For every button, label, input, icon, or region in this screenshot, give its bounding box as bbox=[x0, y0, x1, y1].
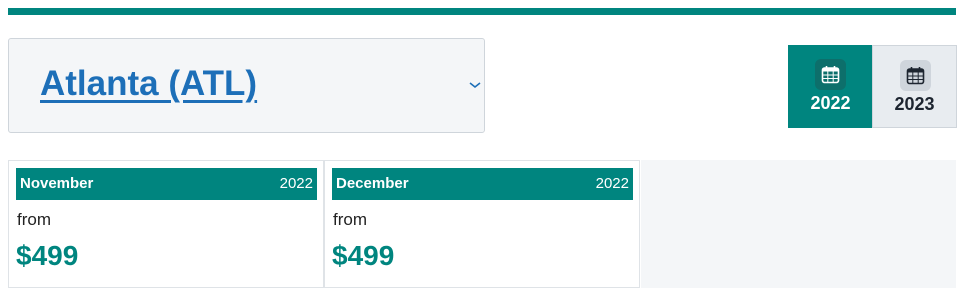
chevron-down-icon bbox=[469, 82, 481, 89]
top-accent-bar bbox=[8, 8, 956, 15]
month-card-header: November 2022 bbox=[16, 168, 317, 200]
calendar-icon bbox=[900, 60, 931, 91]
month-card-november[interactable]: November 2022 from $499 bbox=[8, 160, 324, 288]
year-tab-label: 2022 bbox=[810, 93, 851, 113]
fare-price: $499 bbox=[16, 240, 79, 271]
month-card-header: December 2022 bbox=[332, 168, 633, 200]
year-tab-2022[interactable]: 2022 bbox=[788, 45, 873, 128]
month-grid-empty-area bbox=[641, 160, 956, 288]
origin-city-dropdown[interactable]: Atlanta (ATL) bbox=[8, 38, 485, 133]
month-year: 2022 bbox=[595, 175, 629, 192]
fare-price: $499 bbox=[332, 240, 395, 271]
from-label: from bbox=[17, 210, 51, 229]
month-name: December bbox=[336, 175, 409, 192]
from-label: from bbox=[333, 210, 367, 229]
month-card-december[interactable]: December 2022 from $499 bbox=[324, 160, 640, 288]
calendar-icon bbox=[815, 59, 846, 90]
month-year: 2022 bbox=[279, 175, 313, 192]
year-tab-label: 2023 bbox=[894, 94, 935, 114]
year-tab-2023[interactable]: 2023 bbox=[872, 45, 957, 128]
origin-city-label[interactable]: Atlanta (ATL) bbox=[40, 64, 257, 104]
month-name: November bbox=[20, 175, 94, 192]
